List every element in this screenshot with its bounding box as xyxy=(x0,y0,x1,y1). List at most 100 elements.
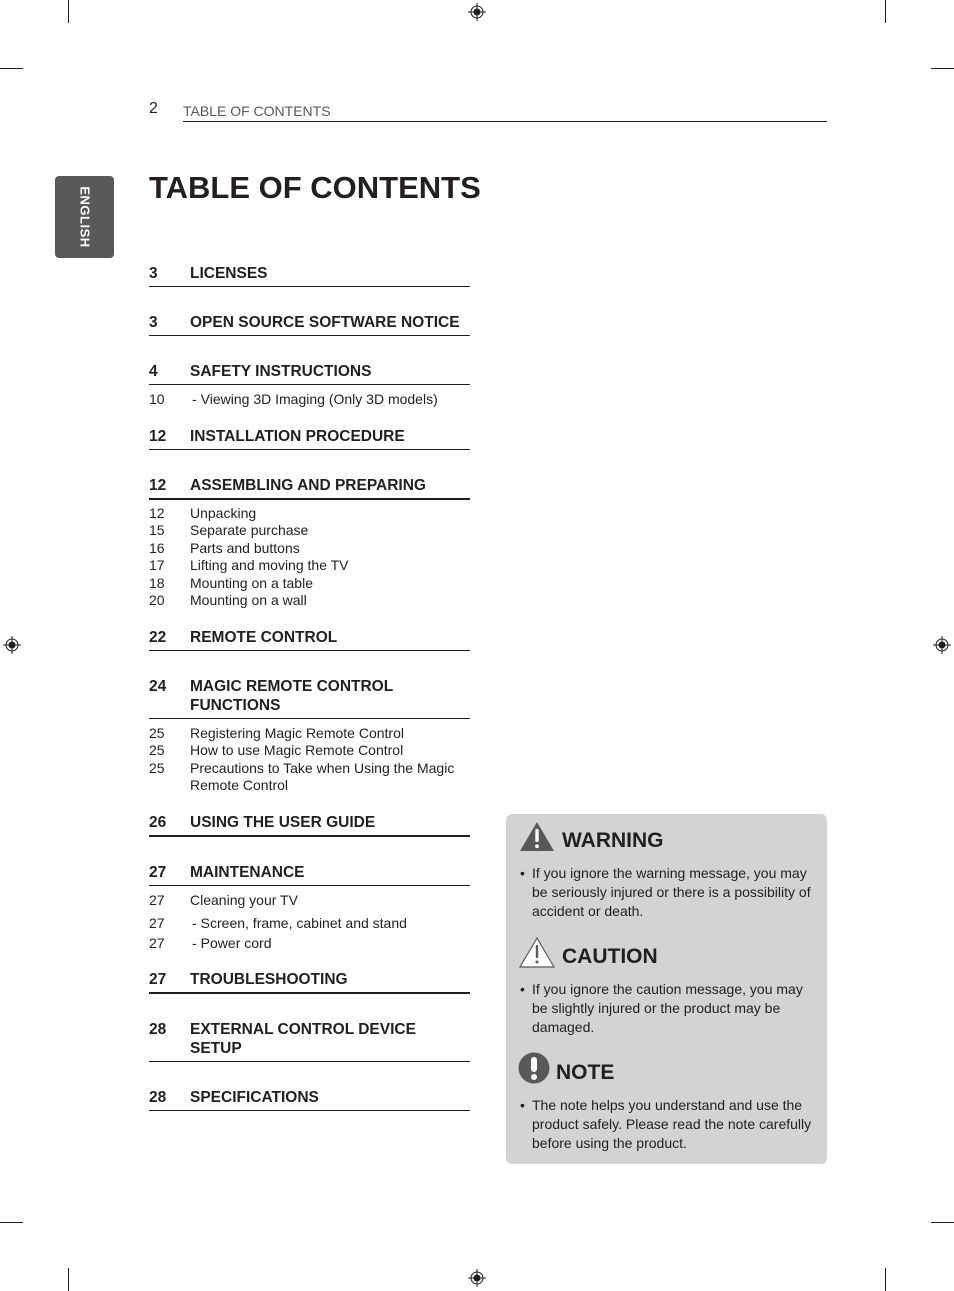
toc-title: Lifting and moving the TV xyxy=(190,557,349,573)
toc-section[interactable]: 3 OPEN SOURCE SOFTWARE NOTICE xyxy=(149,313,470,336)
language-tab: ENGLISH xyxy=(55,176,114,258)
toc-page: 24 xyxy=(149,677,167,695)
table-of-contents: 3 LICENSES 3 OPEN SOURCE SOFTWARE NOTICE 4… xyxy=(149,264,470,1111)
toc-page: 22 xyxy=(149,628,167,646)
toc-page: 18 xyxy=(149,574,165,591)
warning-title: WARNING xyxy=(562,829,664,852)
toc-subitem[interactable]: 20 Mounting on a wall xyxy=(149,592,470,610)
toc-title: Parts and buttons xyxy=(190,539,300,556)
toc-subitem[interactable]: 27- Power cord xyxy=(149,935,470,953)
toc-subitem[interactable]: 25 Precautions to Take when Using the Mag… xyxy=(149,760,470,795)
toc-section[interactable]: 12 INSTALLATION PROCEDURE xyxy=(149,427,470,450)
registration-mark-icon xyxy=(468,3,486,21)
toc-title: SPECIFICATIONS xyxy=(190,1089,319,1106)
toc-subitem[interactable]: 12 Unpacking xyxy=(149,505,470,523)
caution-triangle-icon xyxy=(518,936,556,968)
toc-title: LICENSES xyxy=(190,265,268,282)
crop-mark xyxy=(885,0,886,23)
note-title: NOTE xyxy=(556,1061,615,1084)
toc-page: 12 xyxy=(149,476,167,494)
notice-legend-box: WARNING • If you ignore the warning messa… xyxy=(506,814,827,1164)
page-header: 2 TABLE OF CONTENTS xyxy=(149,100,827,122)
warning-text: • If you ignore the warning message, you … xyxy=(520,865,811,919)
toc-section[interactable]: 3 LICENSES xyxy=(149,264,470,287)
toc-section[interactable]: 28 SPECIFICATIONS xyxy=(149,1088,470,1111)
toc-subitem[interactable]: 27- Screen, frame, cabinet and stand xyxy=(149,915,470,933)
toc-section[interactable]: 12 ASSEMBLING AND PREPARING xyxy=(149,476,470,500)
page-title: TABLE OF CONTENTS xyxy=(149,170,481,205)
toc-title: Power cord xyxy=(200,934,272,951)
toc-section[interactable]: 28 EXTERNAL CONTROL DEVICE SETUP xyxy=(149,1020,470,1062)
toc-subitem[interactable]: 25 How to use Magic Remote Control xyxy=(149,742,470,760)
toc-subitem[interactable]: 15 Separate purchase xyxy=(149,522,470,540)
caution-text: • If you ignore the caution message, you … xyxy=(520,981,803,1035)
toc-title: SAFETY INSTRUCTIONS xyxy=(190,363,372,380)
toc-title: Precautions to Take when Using the Magic… xyxy=(190,759,455,794)
toc-title: Mounting on a wall xyxy=(190,592,307,608)
toc-title: Unpacking xyxy=(190,504,257,521)
toc-title: Screen, frame, cabinet and stand xyxy=(200,915,407,931)
toc-page: 20 xyxy=(149,592,165,608)
header-rule xyxy=(183,121,827,122)
toc-subitem[interactable]: 16 Parts and buttons xyxy=(149,540,470,558)
toc-title: INSTALLATION PROCEDURE xyxy=(190,427,405,445)
toc-page: 27 xyxy=(149,891,165,908)
toc-section[interactable]: 27 TROUBLESHOOTING xyxy=(149,970,470,994)
toc-page: 16 xyxy=(149,539,165,556)
toc-page: 10 xyxy=(149,391,165,407)
crop-mark xyxy=(68,1268,69,1291)
toc-title: Viewing 3D Imaging (Only 3D models) xyxy=(200,391,438,407)
toc-subsections: 12 Unpacking 15 Separate purchase 16 Parts … xyxy=(149,505,470,610)
toc-subitem[interactable]: 10- Viewing 3D Imaging (Only 3D models) xyxy=(149,391,470,409)
toc-title: How to use Magic Remote Control xyxy=(190,742,404,758)
toc-page: 28 xyxy=(149,1021,167,1038)
toc-title: Mounting on a table xyxy=(190,574,313,591)
toc-subitem[interactable]: 27 Cleaning your TV xyxy=(149,892,470,910)
toc-page: 17 xyxy=(149,557,165,573)
registration-mark-icon xyxy=(3,636,21,654)
registration-mark-icon xyxy=(933,636,951,654)
note-heading: NOTE xyxy=(518,1052,614,1084)
toc-title: REMOTE CONTROL xyxy=(190,628,338,646)
toc-subitem[interactable]: 18 Mounting on a table xyxy=(149,575,470,593)
toc-title: MAGIC REMOTE CONTROL FUNCTIONS xyxy=(190,677,393,714)
toc-title: MAINTENANCE xyxy=(190,863,305,881)
toc-page: 27 xyxy=(149,934,165,951)
toc-section[interactable]: 4 SAFETY INSTRUCTIONS xyxy=(149,362,470,385)
page-number: 2 xyxy=(149,100,158,117)
toc-subitem[interactable]: 17 Lifting and moving the TV xyxy=(149,557,470,575)
crop-mark xyxy=(0,1222,23,1223)
crop-mark xyxy=(931,1222,954,1223)
toc-page: 27 xyxy=(149,971,167,988)
toc-section[interactable]: 26 USING THE USER GUIDE xyxy=(149,813,470,837)
toc-title: Cleaning your TV xyxy=(190,891,298,908)
toc-section[interactable]: 22 REMOTE CONTROL xyxy=(149,628,470,651)
toc-page: 15 xyxy=(149,522,165,538)
crop-mark xyxy=(885,1268,886,1291)
toc-subsections: 27 Cleaning your TV 27- Screen, frame, cab… xyxy=(149,892,470,953)
caution-heading: CAUTION xyxy=(518,936,658,968)
toc-page: 28 xyxy=(149,1089,167,1106)
toc-page: 27 xyxy=(149,915,165,931)
toc-title: USING THE USER GUIDE xyxy=(190,813,376,831)
toc-page: 12 xyxy=(149,504,165,521)
running-title: TABLE OF CONTENTS xyxy=(183,103,331,119)
toc-page: 4 xyxy=(149,363,158,380)
toc-section[interactable]: 27 MAINTENANCE xyxy=(149,863,470,886)
toc-subsections: 25 Registering Magic Remote Control 25 How… xyxy=(149,725,470,795)
caution-title: CAUTION xyxy=(562,945,658,968)
warning-heading: WARNING xyxy=(518,820,664,852)
note-text: • The note helps you understand and use t… xyxy=(520,1097,812,1151)
warning-triangle-icon xyxy=(520,822,554,851)
toc-page: 26 xyxy=(149,813,167,831)
toc-title: ASSEMBLING AND PREPARING xyxy=(190,476,426,494)
toc-page: 25 xyxy=(149,724,165,741)
toc-title: TROUBLESHOOTING xyxy=(190,971,348,988)
crop-mark xyxy=(0,68,23,69)
toc-title: OPEN SOURCE SOFTWARE NOTICE xyxy=(190,314,460,331)
toc-page: 25 xyxy=(149,759,165,776)
toc-page: 3 xyxy=(149,314,158,331)
toc-page: 3 xyxy=(149,265,158,282)
toc-subitem[interactable]: 25 Registering Magic Remote Control xyxy=(149,725,470,743)
toc-section[interactable]: 24 MAGIC REMOTE CONTROL FUNCTIONS xyxy=(149,677,470,719)
